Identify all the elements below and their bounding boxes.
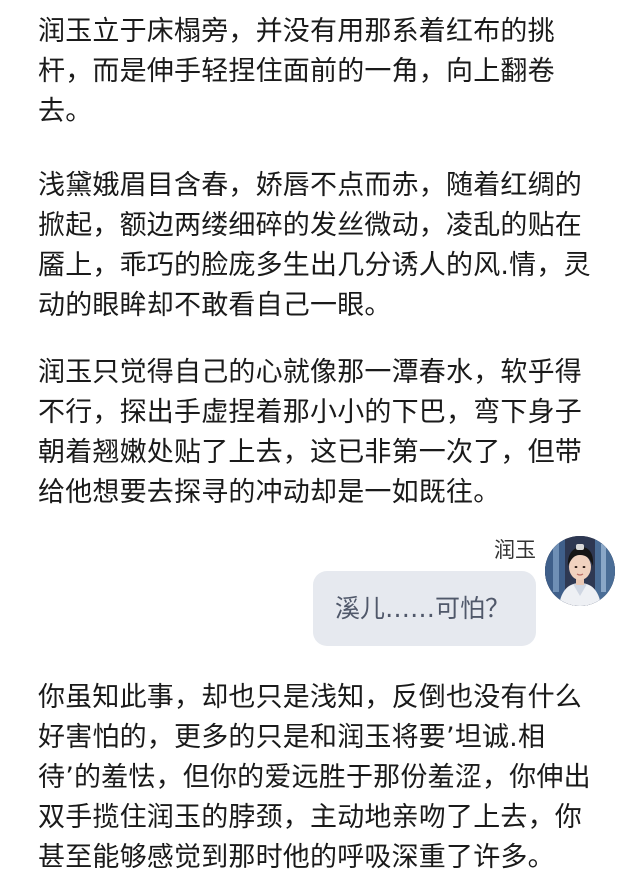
story-paragraph: 浅黛娥眉目含春，娇唇不点而赤，随着红绸的掀起，额边两缕细碎的发丝微动，凌乱的贴在…: [38, 170, 591, 321]
avatar-portrait-icon: [545, 536, 615, 606]
story-paragraph: 润玉立于床榻旁，并没有用那系着红布的挑杆，而是伸手轻捏住面前的一角，向上翻卷去。: [38, 16, 555, 127]
story-paragraph: 你虽知此事，却也只是浅知，反倒也没有什么好害怕的，更多的只是和润玉将要’坦诚.相…: [38, 682, 591, 873]
speaker-name: 润玉: [494, 538, 536, 562]
character-portrait-avatar[interactable]: [545, 536, 615, 606]
chat-message-bubble: 溪儿……可怕？: [313, 571, 536, 646]
chat-story-page: 润玉立于床榻旁，并没有用那系着红布的挑杆，而是伸手轻捏住面前的一角，向上翻卷去。…: [0, 0, 640, 878]
story-paragraph: 润玉只觉得自己的心就像那一潭春水，软乎得不行，探出手虚捏着那小小的下巴，弯下身子…: [38, 357, 582, 508]
chat-message-text: 溪儿……可怕？: [335, 593, 511, 623]
